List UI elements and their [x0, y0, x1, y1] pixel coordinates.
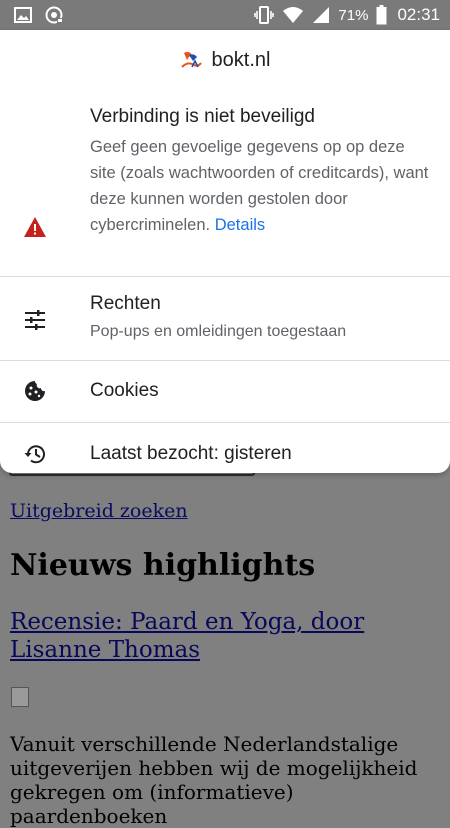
site-info-popup: bokt.nl Verbinding is niet beveiligd Gee… — [0, 30, 450, 473]
news-heading: Nieuws highlights — [10, 548, 316, 583]
battery-icon — [376, 5, 387, 25]
wifi-icon — [282, 6, 304, 24]
signal-icon — [312, 6, 330, 24]
article-text: Vanuit verschillende Nederlandstalige ui… — [10, 732, 418, 828]
warning-icon — [22, 214, 48, 240]
image-icon — [14, 7, 32, 23]
camera-icon — [44, 6, 64, 24]
connection-security-row: Verbinding is niet beveiligd Geef geen g… — [0, 90, 450, 276]
details-link[interactable]: Details — [215, 216, 265, 234]
article-link[interactable]: Recensie: Paard en Yoga, door Lisanne Th… — [10, 608, 430, 664]
cookie-icon — [22, 378, 48, 404]
cookies-row[interactable]: Cookies — [0, 360, 450, 422]
permissions-subtitle: Pop-ups en omleidingen toegestaan — [90, 323, 347, 340]
connection-title: Verbinding is niet beveiligd — [90, 106, 315, 127]
tune-icon — [22, 307, 48, 333]
battery-percentage: 71% — [338, 6, 369, 24]
status-bar: 71% 02:31 — [0, 0, 450, 30]
permissions-row[interactable]: Rechten Pop-ups en omleidingen toegestaa… — [0, 276, 450, 360]
popup-header: bokt.nl — [0, 30, 450, 90]
site-favicon-icon — [180, 49, 202, 71]
last-visited-row[interactable]: Laatst bezocht: gisteren — [0, 422, 450, 484]
clock: 02:31 — [397, 5, 440, 24]
advanced-search-link[interactable]: Uitgebreid zoeken — [10, 500, 188, 522]
last-visited-title: Laatst bezocht: gisteren — [90, 443, 292, 464]
site-name: bokt.nl — [211, 48, 271, 71]
broken-image-icon — [11, 687, 29, 707]
cookies-title: Cookies — [90, 380, 159, 401]
permissions-title: Rechten — [90, 293, 161, 314]
history-icon — [22, 441, 48, 467]
vibrate-icon — [254, 6, 275, 24]
connection-description: Geef geen gevoelige gegevens op op deze … — [90, 134, 430, 238]
